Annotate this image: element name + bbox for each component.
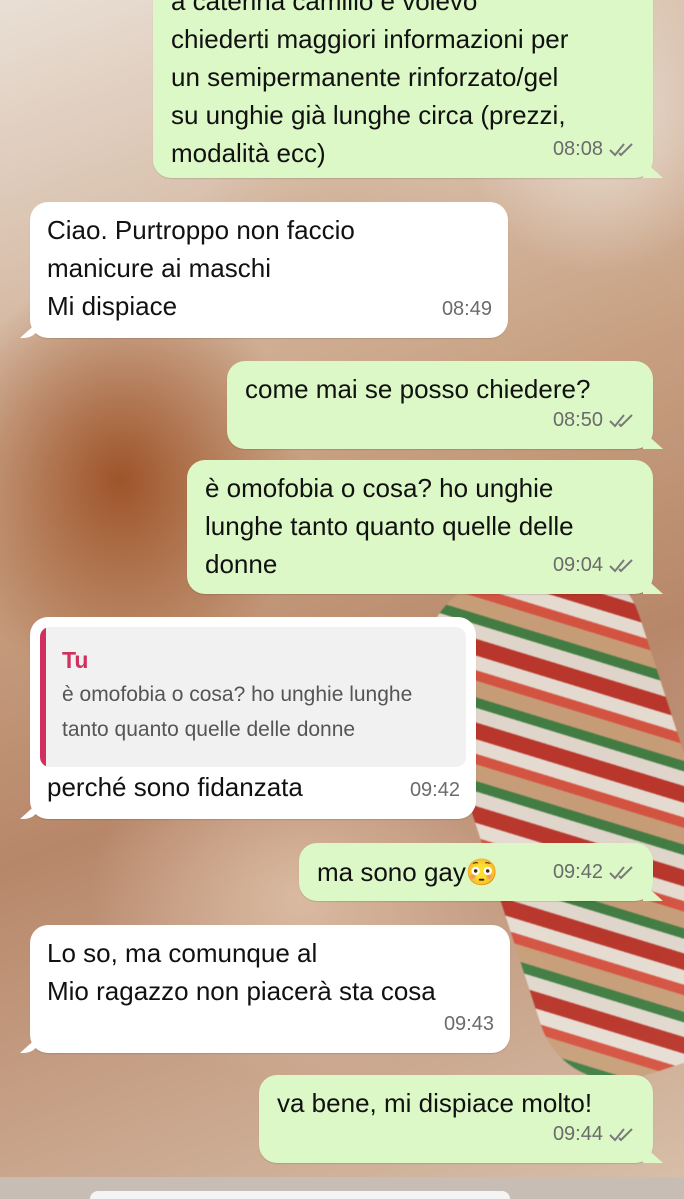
- message-time: 08:50: [552, 409, 603, 431]
- message-meta: 09:44: [553, 1115, 637, 1153]
- message-meta: 08:49: [442, 290, 492, 328]
- message-time: 09:43: [443, 1013, 494, 1035]
- quote-author: Tu: [62, 647, 89, 673]
- message-text: Lo so, ma comunque al Mio ragazzo non pi…: [47, 938, 436, 1006]
- composer-bar-edge: [0, 1177, 684, 1199]
- message-bubble-outgoing[interactable]: è omofobia o cosa? ho unghie lunghe tant…: [187, 460, 653, 594]
- message-meta: 08:08: [553, 130, 637, 168]
- message-time: 08:08: [552, 138, 603, 160]
- message-meta: 09:43: [444, 1005, 494, 1043]
- message-bubble-outgoing[interactable]: come mai se posso chiedere? 08:50: [227, 361, 653, 449]
- quoted-message[interactable]: Tu è omofobia o cosa? ho unghie lunghe t…: [40, 627, 466, 767]
- message-time: 09:44: [552, 1123, 603, 1145]
- message-bubble-incoming[interactable]: Ciao. Purtroppo non faccio manicure ai m…: [30, 202, 508, 338]
- message-time: 08:49: [441, 298, 492, 320]
- double-check-icon: [609, 1128, 633, 1142]
- message-bubble-incoming-reply[interactable]: Tu è omofobia o cosa? ho unghie lunghe t…: [30, 617, 476, 819]
- message-text: ma sono gay😳: [317, 857, 499, 887]
- message-meta: 08:50: [553, 401, 637, 439]
- double-check-icon: [609, 866, 633, 880]
- quote-text: è omofobia o cosa? ho unghie lunghe tant…: [62, 683, 413, 741]
- message-time: 09:04: [552, 554, 603, 576]
- message-meta: 09:42: [553, 853, 637, 891]
- message-time: 09:42: [409, 779, 460, 801]
- quote-accent-bar: [40, 627, 46, 767]
- message-bubble-outgoing[interactable]: a caterina camillo e volevo chiederti ma…: [153, 0, 653, 178]
- message-bubble-outgoing[interactable]: va bene, mi dispiace molto! 09:44: [259, 1075, 653, 1163]
- message-meta: 09:04: [553, 546, 637, 584]
- message-bubble-outgoing[interactable]: ma sono gay😳 09:42: [299, 843, 653, 901]
- message-text: Ciao. Purtroppo non faccio manicure ai m…: [47, 215, 355, 321]
- message-text: perché sono fidanzata: [47, 772, 303, 802]
- double-check-icon: [609, 414, 633, 428]
- composer-input-edge[interactable]: [90, 1191, 510, 1199]
- message-meta: 09:42: [410, 771, 460, 809]
- message-time: 09:42: [552, 861, 603, 883]
- double-check-icon: [609, 143, 633, 157]
- message-bubble-incoming[interactable]: Lo so, ma comunque al Mio ragazzo non pi…: [30, 925, 510, 1053]
- double-check-icon: [609, 559, 633, 573]
